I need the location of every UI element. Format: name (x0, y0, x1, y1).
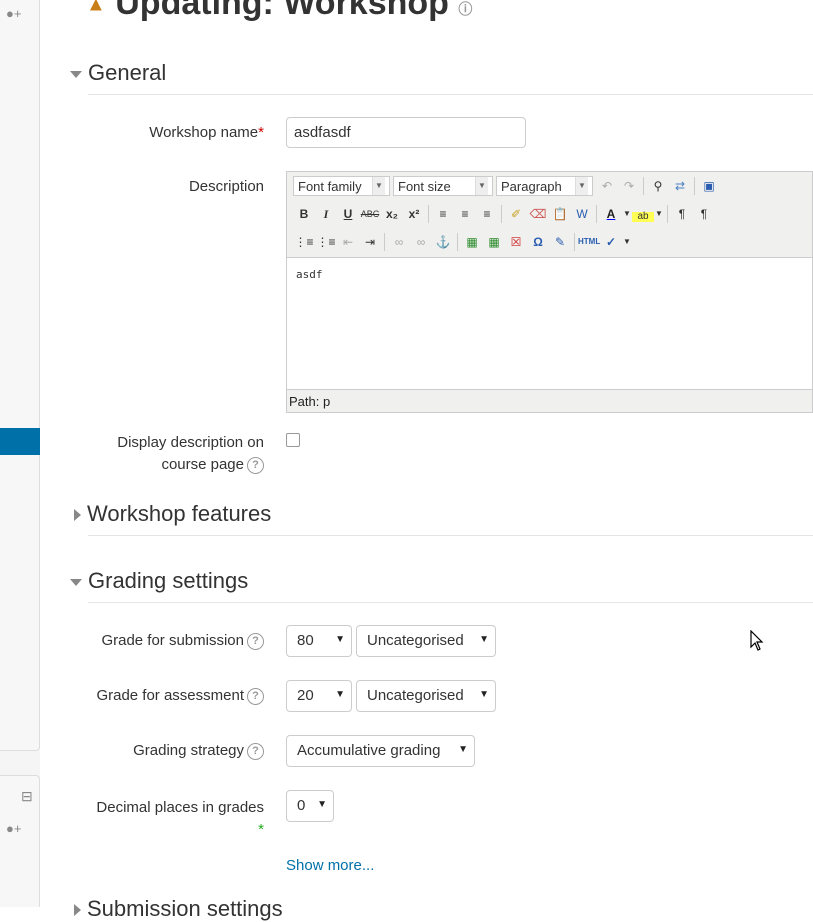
collapse-icon[interactable]: ⊟ (21, 788, 33, 805)
help-icon[interactable]: ? (247, 687, 264, 705)
left-sidebar: ●+ ⊟ ●+ (0, 0, 40, 907)
decimal-places-label: Decimal places in grades * (96, 799, 264, 838)
chevron-down-icon[interactable]: ▼ (622, 204, 632, 224)
eraser-icon[interactable]: ⌫ (527, 204, 549, 224)
unlink-icon[interactable]: ∞ (410, 232, 432, 252)
anchor-icon[interactable]: ⚓ (432, 232, 454, 252)
required-marker: * (258, 124, 264, 141)
bold-icon[interactable]: B (293, 204, 315, 224)
grade-assessment-label: Grade for assessment? (96, 687, 264, 705)
ltr-icon[interactable]: ¶ (671, 204, 693, 224)
workshop-name-label: Workshop name* (149, 124, 264, 141)
replace-icon[interactable]: ⇄ (669, 176, 691, 196)
editor-toolbar-row-2: B I U ABC x₂ x² ≡ ≡ ≡ ✐ ⌫ 📋 W A ▼ ab ▼ ¶… (293, 203, 715, 225)
section-grading-settings[interactable]: Grading settings (70, 568, 248, 594)
sidebar-panel-top (0, 0, 40, 751)
divider (88, 94, 813, 95)
outdent-icon[interactable]: ⇤ (337, 232, 359, 252)
format-select[interactable]: Paragraph ▼ (496, 176, 593, 196)
workshop-icon: ▲ (86, 0, 106, 16)
italic-icon[interactable]: I (315, 204, 337, 224)
show-more-link[interactable]: Show more... (286, 857, 374, 874)
sidebar-panel-bottom (0, 775, 40, 907)
align-right-icon[interactable]: ≡ (476, 204, 498, 224)
align-left-icon[interactable]: ≡ (432, 204, 454, 224)
underline-icon[interactable]: U (337, 204, 359, 224)
bullet-list-icon[interactable]: ⋮≡ (293, 232, 315, 252)
display-description-checkbox[interactable] (286, 433, 300, 447)
highlight-icon[interactable]: ab (632, 212, 654, 222)
required-marker: * (258, 821, 264, 838)
grading-strategy-select[interactable]: Accumulative grading ▼ (286, 735, 475, 767)
grade-submission-category-select[interactable]: Uncategorised ▼ (356, 625, 496, 657)
editor-content[interactable]: asdf (287, 257, 812, 390)
help-icon[interactable]: ⓘ (458, 1, 472, 17)
workshop-name-input[interactable] (286, 117, 526, 148)
font-size-select[interactable]: Font size ▼ (393, 176, 493, 196)
editor-toolbar-row-3: ⋮≡ ⋮≡ ⇤ ⇥ ∞ ∞ ⚓ ▦ ▦ ☒ Ω ✎ HTML ✓ ▼ (293, 231, 632, 253)
sidebar-active-item[interactable] (0, 428, 40, 455)
collapse-triangle-icon[interactable] (70, 578, 82, 586)
numbered-list-icon[interactable]: ⋮≡ (315, 232, 337, 252)
paste-word-icon[interactable]: W (571, 204, 593, 224)
clear-format-icon[interactable]: ✐ (505, 204, 527, 224)
rich-text-editor[interactable]: Font family ▼ Font size ▼ Paragraph ▼ ↶ ↷ ⚲… (286, 171, 813, 413)
rtl-icon[interactable]: ¶ (693, 204, 715, 224)
edit-icon[interactable]: ✎ (549, 232, 571, 252)
display-description-label: Display description on course page? (117, 434, 264, 474)
html-icon[interactable]: HTML (578, 232, 600, 252)
subscript-icon[interactable]: x₂ (381, 204, 403, 224)
divider (88, 535, 813, 536)
help-icon[interactable]: ? (247, 456, 264, 474)
text-color-icon[interactable]: A (600, 204, 622, 224)
collapse-triangle-icon[interactable] (70, 70, 82, 78)
add-user-icon[interactable]: ●+ (6, 821, 21, 836)
grade-assessment-select[interactable]: 20 ▼ (286, 680, 352, 712)
expand-triangle-icon[interactable] (74, 509, 81, 522)
editor-path: Path: p (289, 394, 331, 409)
divider (88, 602, 813, 603)
find-icon[interactable]: ⚲ (647, 176, 669, 196)
add-user-icon[interactable]: ●+ (6, 6, 21, 21)
redo-icon[interactable]: ↷ (618, 176, 640, 196)
page-title: ▲ Updating: Workshop ⓘ (86, 0, 472, 23)
editor-toolbar-row-1: Font family ▼ Font size ▼ Paragraph ▼ ↶ ↷ ⚲… (293, 175, 720, 197)
nolink-icon[interactable]: ☒ (505, 232, 527, 252)
grade-assessment-category-select[interactable]: Uncategorised ▼ (356, 680, 496, 712)
superscript-icon[interactable]: x² (403, 204, 425, 224)
chevron-down-icon[interactable]: ▼ (654, 204, 664, 224)
indent-icon[interactable]: ⇥ (359, 232, 381, 252)
paste-text-icon[interactable]: 📋 (549, 204, 571, 224)
spellcheck-icon[interactable]: ✓ (600, 232, 622, 252)
fullscreen-icon[interactable]: ▣ (698, 176, 720, 196)
description-label: Description (188, 178, 264, 195)
align-center-icon[interactable]: ≡ (454, 204, 476, 224)
special-char-icon[interactable]: Ω (527, 232, 549, 252)
section-workshop-features[interactable]: Workshop features (70, 501, 271, 527)
grade-submission-select[interactable]: 80 ▼ (286, 625, 352, 657)
link-icon[interactable]: ∞ (388, 232, 410, 252)
grade-submission-label: Grade for submission? (101, 632, 264, 650)
mouse-cursor-icon (750, 630, 764, 651)
section-submission-settings[interactable]: Submission settings (70, 896, 283, 922)
section-general[interactable]: General (70, 60, 166, 86)
grading-strategy-label: Grading strategy? (133, 742, 264, 760)
font-family-select[interactable]: Font family ▼ (293, 176, 390, 196)
media-icon[interactable]: ▦ (483, 232, 505, 252)
strikethrough-icon[interactable]: ABC (359, 204, 381, 224)
image-icon[interactable]: ▦ (461, 232, 483, 252)
undo-icon[interactable]: ↶ (596, 176, 618, 196)
help-icon[interactable]: ? (247, 632, 264, 650)
decimal-places-select[interactable]: 0 ▼ (286, 790, 334, 822)
chevron-down-icon[interactable]: ▼ (622, 232, 632, 252)
help-icon[interactable]: ? (247, 742, 264, 760)
